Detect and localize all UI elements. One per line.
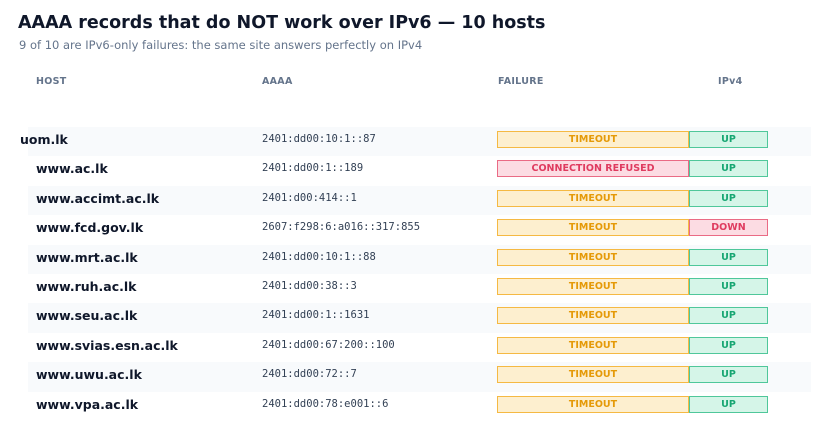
aaaa-cell: 2401:dd00:67:200::100 <box>262 338 395 351</box>
host-cell: www.uwu.ac.lk <box>36 367 142 383</box>
ipv4-status-badge: UP <box>689 336 768 354</box>
column-header-failure: FAILURE <box>498 76 544 87</box>
failure-badge: TIMEOUT <box>497 219 689 237</box>
failure-badge: TIMEOUT <box>497 307 689 325</box>
page-title: AAAA records that do NOT work over IPv6 … <box>18 13 546 33</box>
host-cell: www.vpa.ac.lk <box>36 396 139 412</box>
ipv4-status-badge: UP <box>689 307 768 325</box>
host-cell: uom.lk <box>20 132 68 147</box>
hosts-table: uom.lk 2401:dd00:10:1::87 TIMEOUT UP www… <box>20 127 811 421</box>
aaaa-cell: 2401:dd00:10:1::87 <box>262 133 376 145</box>
failure-badge: TIMEOUT <box>497 336 689 354</box>
table-row: www.seu.ac.lk 2401:dd00:1::1631 TIMEOUT … <box>28 303 811 333</box>
host-cell: www.ruh.ac.lk <box>36 278 137 294</box>
ipv4-status-badge: UP <box>689 131 768 148</box>
aaaa-cell: 2401:dd00:38::3 <box>262 279 357 292</box>
aaaa-cell: 2401:dd00:78:e001::6 <box>262 397 389 410</box>
column-header-aaaa: AAAA <box>262 76 293 87</box>
column-header-ipv4: IPv4 <box>718 76 743 87</box>
aaaa-cell: 2607:f298:6:a016::317:855 <box>262 221 421 234</box>
aaaa-cell: 2401:d00:414::1 <box>262 191 357 204</box>
failure-badge: CONNECTION REFUSED <box>497 160 689 178</box>
table-row: www.accimt.ac.lk 2401:d00:414::1 TIMEOUT… <box>28 185 811 216</box>
host-cell: www.seu.ac.lk <box>36 308 138 324</box>
table-row: www.uwu.ac.lk 2401:dd00:72::7 TIMEOUT UP <box>28 362 811 392</box>
aaaa-cell: 2401:dd00:1::1631 <box>262 309 370 322</box>
table-row: www.ruh.ac.lk 2401:dd00:38::3 TIMEOUT UP <box>28 274 811 303</box>
ipv4-status-badge: UP <box>689 160 768 178</box>
ipv4-status-badge: UP <box>689 248 768 266</box>
table-row: www.vpa.ac.lk 2401:dd00:78:e001::6 TIMEO… <box>28 392 811 421</box>
failure-badge: TIMEOUT <box>497 189 689 207</box>
table-row: www.svias.esn.ac.lk 2401:dd00:67:200::10… <box>28 333 811 362</box>
ipv4-status-badge: UP <box>689 189 768 207</box>
host-cell: www.svias.esn.ac.lk <box>36 337 178 353</box>
host-cell: www.accimt.ac.lk <box>36 190 160 206</box>
aaaa-cell: 2401:dd00:10:1::88 <box>262 250 376 263</box>
ipv4-status-badge: UP <box>689 277 768 295</box>
host-cell: www.fcd.gov.lk <box>36 220 144 236</box>
ipv4-status-badge: UP <box>689 366 768 384</box>
host-cell: www.ac.lk <box>36 161 108 177</box>
aaaa-cell: 2401:dd00:1::189 <box>262 162 364 175</box>
failure-badge: TIMEOUT <box>497 366 689 384</box>
failure-badge: TIMEOUT <box>497 248 689 266</box>
column-header-host: HOST <box>36 76 67 87</box>
table-row: www.fcd.gov.lk 2607:f298:6:a016::317:855… <box>28 215 811 244</box>
failure-badge: TIMEOUT <box>497 395 689 413</box>
host-cell: www.mrt.ac.lk <box>36 249 138 265</box>
page-subtitle: 9 of 10 are IPv6-only failures: the same… <box>19 38 423 52</box>
ipv4-status-badge: DOWN <box>689 219 768 237</box>
table-row: www.ac.lk 2401:dd00:1::189 CONNECTION RE… <box>28 156 811 185</box>
ipv4-status-badge: UP <box>689 395 768 413</box>
table-row: www.mrt.ac.lk 2401:dd00:10:1::88 TIMEOUT… <box>28 244 811 274</box>
aaaa-cell: 2401:dd00:72::7 <box>262 368 357 381</box>
failure-badge: TIMEOUT <box>497 131 689 148</box>
failure-badge: TIMEOUT <box>497 277 689 295</box>
table-row: uom.lk 2401:dd00:10:1::87 TIMEOUT UP <box>20 127 811 157</box>
